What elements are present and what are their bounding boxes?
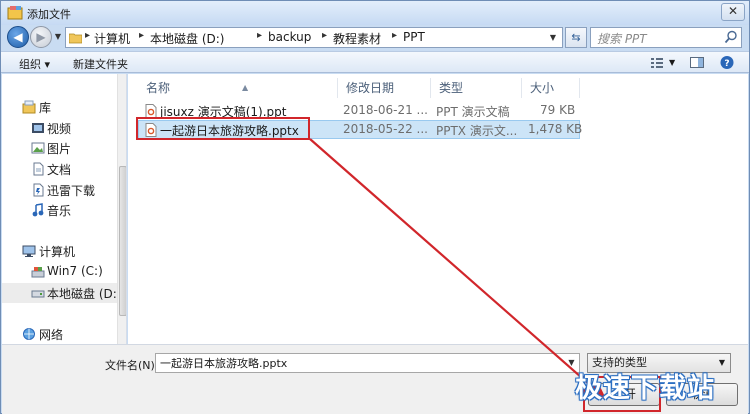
recent-pages-dropdown[interactable]: ▼ — [53, 29, 63, 45]
app-icon — [7, 6, 23, 20]
nav-item-win7-drive[interactable]: Win7 (C:) — [2, 262, 119, 282]
nav-item-local-disk-d[interactable]: 本地磁盘 (D: — [2, 283, 119, 303]
close-button[interactable]: ✕ — [721, 3, 745, 21]
svg-text:?: ? — [724, 59, 729, 69]
nav-item-label: 库 — [39, 101, 52, 115]
breadcrumb-separator[interactable]: ▸ — [392, 30, 397, 41]
nav-scrollbar[interactable] — [117, 74, 126, 344]
drive-icon — [31, 267, 45, 278]
back-button[interactable]: ◀ — [7, 26, 29, 48]
nav-item-label: 迅雷下载 — [47, 184, 96, 198]
forward-button[interactable]: ▶ — [30, 26, 52, 48]
search-box[interactable]: 搜索 PPT — [590, 27, 742, 48]
chevron-down-icon[interactable]: ▼ — [669, 58, 675, 67]
nav-item-thunder-downloads[interactable]: 迅雷下载 — [2, 180, 119, 200]
nav-item-music[interactable]: 音乐 — [2, 200, 119, 220]
column-header-name[interactable]: 名称 ▲ — [138, 78, 338, 98]
nav-item-computer[interactable]: 计算机 — [2, 241, 119, 261]
file-type: PPTX 演示文... — [436, 124, 518, 138]
file-list: 名称 ▲ 修改日期 类型 大小 jisuxz 演示文稿(1).ppt 2018-… — [128, 74, 748, 344]
watermark-logo: 极速下载站 — [575, 373, 715, 404]
forward-arrow-icon: ▶ — [36, 30, 46, 44]
back-arrow-icon: ◀ — [13, 30, 23, 44]
breadcrumb-drive-d[interactable]: 本地磁盘 (D:) — [150, 30, 224, 47]
breadcrumb-separator[interactable]: ▸ — [257, 30, 262, 41]
library-icon — [22, 100, 36, 114]
nav-item-label: 网络 — [39, 328, 64, 342]
nav-item-library[interactable]: 库 — [2, 97, 119, 117]
nav-item-videos[interactable]: 视频 — [2, 118, 119, 138]
address-row: ◀ ▶ ▼ ▸ 计算机 ▸ 本地磁盘 (D:) ▸ backup ▸ 教程素材 … — [1, 25, 749, 49]
address-dropdown[interactable]: ▼ — [546, 30, 560, 45]
column-header-label: 名称 — [146, 81, 171, 95]
file-size: 79 KB — [540, 103, 576, 117]
nav-scrollbar-thumb[interactable] — [119, 166, 126, 316]
address-bar[interactable]: ▸ 计算机 ▸ 本地磁盘 (D:) ▸ backup ▸ 教程素材 ▸ PPT … — [65, 27, 563, 48]
column-header-modified[interactable]: 修改日期 — [338, 78, 431, 98]
filename-label: 文件名(N): — [105, 359, 159, 372]
ppt-file-icon — [145, 104, 157, 118]
breadcrumb-separator[interactable]: ▸ — [322, 30, 327, 41]
download-folder-icon — [33, 183, 44, 197]
breadcrumb-separator[interactable]: ▸ — [85, 30, 90, 41]
organize-menu[interactable]: 组织 ▾ — [19, 56, 50, 72]
file-type: PPT 演示文稿 — [436, 105, 510, 119]
filename-input[interactable] — [155, 353, 580, 373]
computer-icon — [22, 245, 36, 257]
preview-pane-icon[interactable] — [689, 55, 705, 70]
sort-up-icon: ▲ — [242, 83, 249, 92]
file-modified: 2018-06-21 ... — [343, 103, 428, 117]
breadcrumb-separator[interactable]: ▸ — [139, 30, 144, 41]
picture-icon — [31, 142, 45, 154]
nav-item-label: 计算机 — [39, 245, 76, 259]
refresh-icon: ⇆ — [571, 31, 581, 44]
chevron-down-icon: ▼ — [54, 32, 62, 41]
new-folder-button[interactable]: 新建文件夹 — [73, 56, 128, 72]
breadcrumb-backup[interactable]: backup — [268, 30, 311, 44]
column-header-type[interactable]: 类型 — [431, 78, 522, 98]
nav-item-label: 文档 — [47, 163, 72, 177]
title-bar: 添加文件 ✕ — [1, 1, 749, 25]
breadcrumb-tutorial-material[interactable]: 教程素材 — [333, 30, 381, 47]
nav-item-label: Win7 (C:) — [47, 264, 103, 278]
drive-icon — [31, 290, 45, 298]
file-dialog-window: 添加文件 ✕ ◀ ▶ ▼ ▸ 计算机 ▸ 本地磁盘 (D:) ▸ backup … — [0, 0, 750, 414]
nav-item-label: 图片 — [47, 142, 72, 156]
document-icon — [33, 162, 44, 176]
chevron-down-icon: ▼ — [718, 358, 726, 367]
file-size: 1,478 KB — [528, 122, 583, 136]
annotation-file-highlight — [136, 117, 310, 140]
search-placeholder: 搜索 PPT — [597, 32, 647, 46]
help-icon[interactable]: ? — [719, 55, 735, 70]
toolbar: 组织 ▾ 新建文件夹 ▼ ? — [1, 51, 749, 73]
nav-item-documents[interactable]: 文档 — [2, 159, 119, 179]
chevron-down-icon: ▼ — [568, 358, 575, 367]
music-icon — [32, 203, 44, 217]
search-icon[interactable] — [724, 30, 738, 44]
column-header-size[interactable]: 大小 — [522, 78, 580, 98]
nav-item-pictures[interactable]: 图片 — [2, 138, 119, 158]
network-icon — [23, 328, 35, 340]
nav-item-label: 本地磁盘 (D: — [47, 287, 117, 301]
nav-item-label: 音乐 — [47, 204, 72, 218]
navigation-pane: 库 视频 图片 文档 迅雷下载 音乐 计算机 Win7 (C:) 本地磁盘 (D… — [2, 74, 127, 344]
video-icon — [32, 123, 44, 133]
window-title: 添加文件 — [27, 8, 71, 21]
file-modified: 2018-05-22 ... — [343, 122, 428, 136]
view-options-icon[interactable] — [649, 55, 665, 70]
nav-item-network[interactable]: 网络 — [2, 324, 119, 344]
refresh-button[interactable]: ⇆ — [565, 27, 587, 48]
chevron-down-icon: ▼ — [549, 33, 557, 42]
nav-item-label: 视频 — [47, 122, 72, 136]
breadcrumb-ppt[interactable]: PPT — [403, 30, 425, 44]
breadcrumb-computer[interactable]: 计算机 — [94, 30, 130, 47]
folder-icon — [69, 33, 82, 44]
